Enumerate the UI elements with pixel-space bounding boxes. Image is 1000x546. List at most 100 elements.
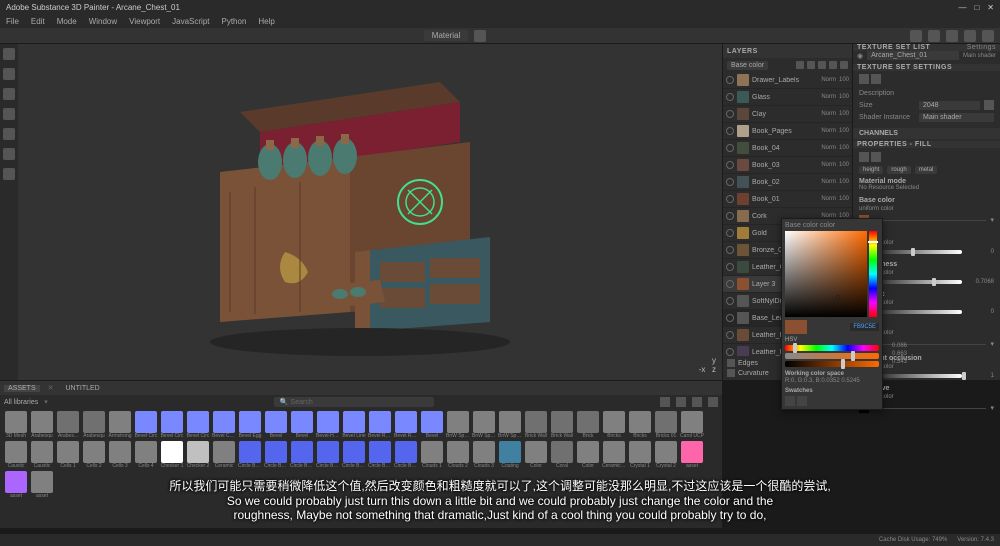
asset-item[interactable]: Brick Wall: [550, 411, 574, 439]
asset-item[interactable]: Bevel Line: [342, 411, 366, 439]
asset-item[interactable]: Circle Burn: [264, 441, 288, 469]
layer-opacity[interactable]: 100: [839, 77, 849, 83]
layer-opacity[interactable]: 100: [839, 94, 849, 100]
asset-item[interactable]: Circle Burn: [368, 441, 392, 469]
blend-mode[interactable]: Norm: [821, 111, 836, 117]
props-tab-metal[interactable]: metal: [915, 166, 938, 174]
asset-item[interactable]: Bevel Rect: [368, 411, 392, 439]
picker-tool-icon[interactable]: [3, 168, 15, 180]
asset-item[interactable]: Clouds 1: [420, 441, 444, 469]
asset-item[interactable]: Ceramic Soft: [602, 441, 626, 469]
asset-item[interactable]: Arabes...: [56, 411, 80, 439]
3d-viewport[interactable]: y -x z: [18, 44, 722, 380]
asset-item[interactable]: Bevel: [420, 411, 444, 439]
visibility-toggle-icon[interactable]: [726, 263, 734, 271]
swatch-slot[interactable]: [797, 396, 807, 406]
visibility-toggle-icon[interactable]: [726, 178, 734, 186]
asset-item[interactable]: Circle Burn: [238, 441, 262, 469]
layer-row[interactable]: Book_03 Norm 100: [723, 157, 852, 174]
asset-item[interactable]: Bevel Rect: [394, 411, 418, 439]
blend-mode[interactable]: Norm: [821, 77, 836, 83]
layer-row[interactable]: Drawer_Labels Norm 100: [723, 72, 852, 89]
asset-item[interactable]: Crystal 1: [628, 441, 652, 469]
visibility-toggle-icon[interactable]: [726, 229, 734, 237]
asset-item[interactable]: Bevel Egg: [238, 411, 262, 439]
asset-item[interactable]: Color: [524, 441, 548, 469]
hue-slider[interactable]: [869, 231, 877, 317]
asset-item[interactable]: Bricks: [628, 411, 652, 439]
render-icon[interactable]: [982, 30, 994, 42]
layer-opacity[interactable]: 100: [839, 179, 849, 185]
asset-item[interactable]: Circle Burn: [290, 441, 314, 469]
projection-tool-icon[interactable]: [3, 88, 15, 100]
visibility-toggle-icon[interactable]: [726, 314, 734, 322]
minimize-icon[interactable]: —: [958, 3, 966, 12]
layer-opacity[interactable]: 100: [839, 196, 849, 202]
props-tab-rough[interactable]: rough: [887, 166, 910, 174]
asset-item[interactable]: asset: [30, 471, 54, 499]
tsl-settings-link[interactable]: Settings: [967, 44, 996, 51]
blend-mode[interactable]: Norm: [821, 179, 836, 185]
props-tab-height[interactable]: height: [859, 166, 883, 174]
layer-row[interactable]: Book_04 Norm 100: [723, 140, 852, 157]
slider-value[interactable]: 1: [966, 373, 994, 379]
paint-tool-icon[interactable]: [3, 48, 15, 60]
asset-item[interactable]: asset: [680, 441, 704, 469]
tss-thumb-icon[interactable]: [871, 74, 881, 84]
view-icon[interactable]: [928, 30, 940, 42]
asset-item[interactable]: Carol UCP: [680, 411, 704, 439]
asset-item[interactable]: Circle Burn: [394, 441, 418, 469]
visibility-toggle-icon[interactable]: [726, 280, 734, 288]
menu-help[interactable]: Help: [258, 17, 274, 26]
blend-mode[interactable]: Norm: [821, 94, 836, 100]
asset-item[interactable]: Cells 4: [134, 441, 158, 469]
asset-item[interactable]: Cells 1: [56, 441, 80, 469]
blend-mode[interactable]: Norm: [821, 145, 836, 151]
asset-item[interactable]: Circle Burn: [342, 441, 366, 469]
asset-item[interactable]: Clouds 3: [472, 441, 496, 469]
asset-item[interactable]: BnW Spots 1: [446, 411, 470, 439]
visibility-toggle-icon[interactable]: [726, 93, 734, 101]
asset-search-input[interactable]: 🔍 Search: [274, 397, 434, 407]
layer-opacity[interactable]: 100: [839, 162, 849, 168]
visibility-toggle-icon[interactable]: [726, 161, 734, 169]
slider-handle[interactable]: [841, 359, 845, 369]
sort-icon[interactable]: [676, 397, 686, 407]
toolbar-icon[interactable]: [474, 30, 486, 42]
props-mode-icon[interactable]: [871, 152, 881, 162]
asset-item[interactable]: Clouds 2: [446, 441, 470, 469]
asset-item[interactable]: Color: [576, 441, 600, 469]
visibility-toggle-icon[interactable]: [726, 331, 734, 339]
asset-item[interactable]: Coral: [550, 441, 574, 469]
add-mask-icon[interactable]: [807, 61, 815, 69]
slider-value[interactable]: 0.7068: [966, 279, 994, 285]
visibility-toggle-icon[interactable]: [726, 144, 734, 152]
satval-picker[interactable]: [785, 231, 867, 317]
slider-value[interactable]: 0: [966, 309, 994, 315]
asset-item[interactable]: BnW Spots 2: [472, 411, 496, 439]
val-slider[interactable]: 0.543: [785, 361, 879, 367]
camera-icon[interactable]: [946, 30, 958, 42]
current-color-swatch[interactable]: [785, 320, 807, 334]
hue-slider-h[interactable]: 0.086: [785, 345, 879, 351]
lock-icon[interactable]: [984, 100, 994, 110]
asset-item[interactable]: Coating: [498, 441, 522, 469]
asset-item[interactable]: Ceramic: [212, 441, 236, 469]
menu-javascript[interactable]: JavaScript: [172, 17, 209, 26]
satval-cursor[interactable]: [835, 295, 840, 300]
asset-item[interactable]: Bevel: [290, 411, 314, 439]
asset-item[interactable]: Brick Wall: [524, 411, 548, 439]
visibility-toggle-icon[interactable]: [726, 348, 734, 356]
asset-item[interactable]: Bevel Circ: [186, 411, 210, 439]
maximize-icon[interactable]: □: [974, 3, 979, 12]
menu-window[interactable]: Window: [89, 17, 117, 26]
layer-row[interactable]: Book_01 Norm 100: [723, 191, 852, 208]
visibility-toggle-icon[interactable]: [726, 246, 734, 254]
swatch-slot[interactable]: [785, 396, 795, 406]
menu-viewport[interactable]: Viewport: [129, 17, 160, 26]
asset-item[interactable]: Bevel-Heart: [316, 411, 340, 439]
layer-opacity[interactable]: 100: [839, 128, 849, 134]
fill-tool-icon[interactable]: [3, 108, 15, 120]
tss-thumb-icon[interactable]: [859, 74, 869, 84]
assets-grid[interactable]: 3D MeshArabesquArabes...ArabesquArmstron…: [0, 409, 722, 528]
